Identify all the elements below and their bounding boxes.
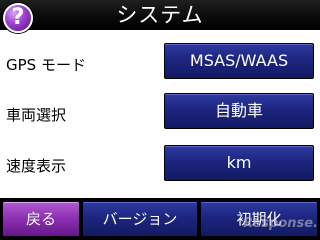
gps-mode-button[interactable]: MSAS/WAAS — [164, 43, 314, 79]
reset-button[interactable]: 初期化 — [200, 201, 318, 237]
page-title: システム — [116, 3, 204, 27]
version-button[interactable]: バージョン — [82, 201, 198, 237]
speed-display-button[interactable]: km — [164, 145, 314, 181]
speed-display-label: 速度表示 — [6, 157, 67, 175]
system-settings-screen: システム ? GPS モード MSAS/WAAS 車両選択 自動車 速度表示 k… — [0, 0, 320, 240]
help-icon[interactable]: ? — [3, 3, 33, 33]
vehicle-select-label: 車両選択 — [6, 106, 67, 124]
vehicle-select-button[interactable]: 自動車 — [164, 93, 314, 129]
back-button[interactable]: 戻る — [2, 201, 80, 237]
header-bar: システム — [0, 0, 320, 30]
gps-mode-label: GPS モード — [6, 56, 86, 74]
